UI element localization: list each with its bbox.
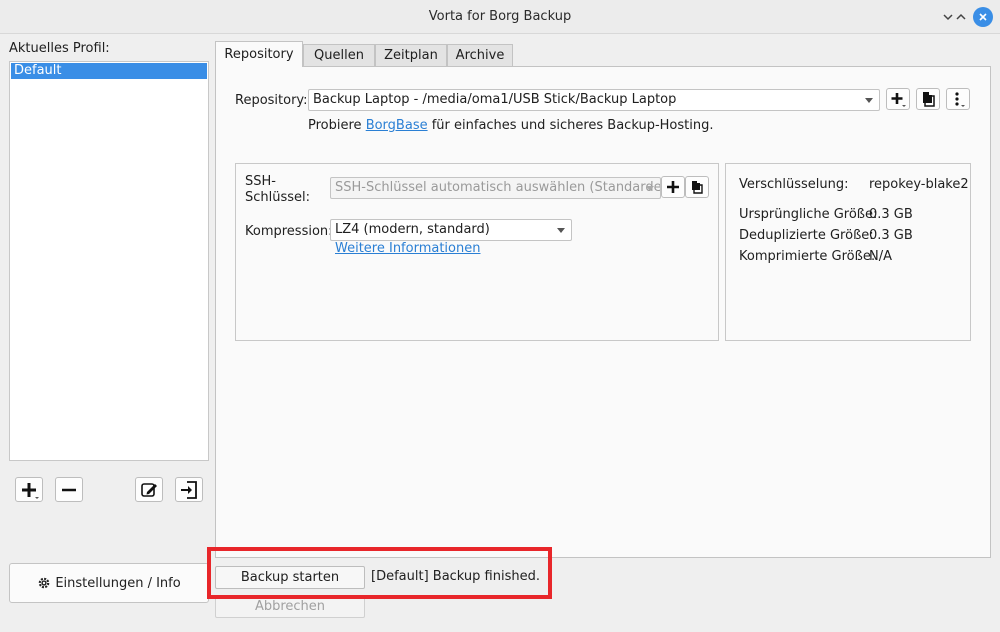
chevron-down-icon xyxy=(865,98,873,103)
more-info-link[interactable]: Weitere Informationen xyxy=(335,241,480,256)
chevron-down-icon xyxy=(557,228,565,233)
compression-select[interactable]: LZ4 (modern, standard) xyxy=(330,219,572,241)
deduplicated-size-value: 0.3 GB xyxy=(869,228,913,243)
repo-config-box: SSH- Schlüssel: SSH-Schlüssel automatisc… xyxy=(235,163,719,341)
copy-icon xyxy=(923,92,935,107)
encryption-label: Verschlüsselung: xyxy=(739,177,849,192)
ssh-label-line1: SSH- xyxy=(245,174,276,189)
borgbase-link[interactable]: BorgBase xyxy=(366,118,428,133)
ssh-key-selected: SSH-Schlüssel automatisch auswählen (Sta… xyxy=(335,180,661,195)
repository-panel: Repository: Backup Laptop - /media/oma1/… xyxy=(215,66,991,558)
ssh-key-label: SSH- Schlüssel: xyxy=(245,174,310,206)
remove-profile-button[interactable] xyxy=(55,477,83,502)
compressed-size-value: N/A xyxy=(869,249,892,264)
compression-label: Kompression: xyxy=(245,224,333,239)
ssh-label-line2: Schlüssel: xyxy=(245,190,311,205)
profile-item-default[interactable]: Default xyxy=(11,63,207,79)
tab-archive[interactable]: Archive xyxy=(447,44,513,67)
more-vertical-icon xyxy=(955,92,965,107)
settings-info-label: Einstellungen / Info xyxy=(55,575,181,591)
deduplicated-size-label: Deduplizierte Größe: xyxy=(739,228,874,243)
tab-repository[interactable]: Repository xyxy=(215,41,303,67)
title-bar: Vorta for Borg Backup xyxy=(0,0,1000,34)
repository-select[interactable]: Backup Laptop - /media/oma1/USB Stick/Ba… xyxy=(308,89,880,111)
repository-selected: Backup Laptop - /media/oma1/USB Stick/Ba… xyxy=(313,92,677,107)
hint-prefix: Probiere xyxy=(308,118,366,133)
tab-quellen[interactable]: Quellen xyxy=(303,44,375,67)
gear-icon xyxy=(39,577,50,589)
repo-info-box: Verschlüsselung: repokey-blake2 Ursprüng… xyxy=(725,163,971,341)
repository-label: Repository: xyxy=(235,93,308,108)
original-size-value: 0.3 GB xyxy=(869,207,913,222)
copy-icon xyxy=(692,181,703,194)
original-size-label: Ursprüngliche Größe: xyxy=(739,207,878,222)
add-repository-button[interactable] xyxy=(886,88,910,110)
tab-zeitplan[interactable]: Zeitplan xyxy=(375,44,447,67)
add-profile-button[interactable] xyxy=(15,477,43,502)
import-icon xyxy=(181,480,197,499)
compression-selected: LZ4 (modern, standard) xyxy=(335,222,490,237)
window-title: Vorta for Borg Backup xyxy=(428,9,572,24)
ssh-key-select[interactable]: SSH-Schlüssel automatisch auswählen (Sta… xyxy=(330,177,661,199)
plus-icon xyxy=(22,482,39,499)
encryption-value: repokey-blake2 xyxy=(869,177,969,192)
plus-icon xyxy=(891,93,906,107)
copy-ssh-key-button[interactable] xyxy=(685,176,709,198)
hint-suffix: für einfaches und sicheres Backup-Hostin… xyxy=(427,118,714,133)
compressed-size-label: Komprimierte Größe: xyxy=(739,249,876,264)
edit-icon xyxy=(141,482,157,497)
close-icon[interactable] xyxy=(973,7,993,27)
profile-list[interactable]: Default xyxy=(9,61,209,461)
copy-repository-button[interactable] xyxy=(916,88,940,110)
maximize-icon[interactable] xyxy=(951,7,971,27)
minus-icon xyxy=(62,488,76,491)
plus-icon xyxy=(667,181,679,193)
borgbase-hint: Probiere BorgBase für einfaches und sich… xyxy=(308,118,713,133)
settings-info-button[interactable]: Einstellungen / Info xyxy=(9,563,209,603)
edit-profile-button[interactable] xyxy=(135,477,163,502)
highlight-box xyxy=(207,547,552,599)
chevron-down-icon xyxy=(646,186,654,191)
profile-label: Aktuelles Profil: xyxy=(9,41,110,56)
import-profile-button[interactable] xyxy=(175,477,203,502)
add-ssh-key-button[interactable] xyxy=(661,176,685,198)
repository-menu-button[interactable] xyxy=(946,88,970,110)
